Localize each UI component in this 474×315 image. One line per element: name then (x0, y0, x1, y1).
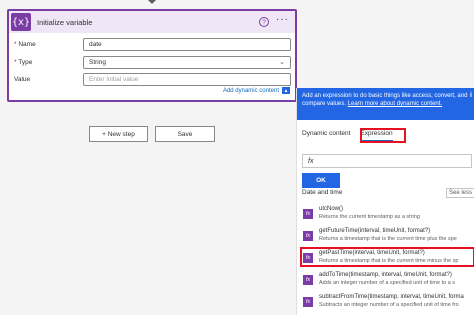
connector-arrow-icon (148, 0, 156, 4)
function-icon: fx (303, 209, 313, 219)
function-description: Subtracts an integer number of a specifi… (319, 302, 459, 308)
ok-button[interactable]: OK (302, 173, 340, 188)
value-field[interactable]: Enter initial value (83, 73, 291, 86)
more-options-icon[interactable]: ··· (276, 14, 289, 25)
value-row: Value Enter initial value (9, 73, 295, 87)
date-time-section: Date and time See less (302, 188, 474, 198)
info-banner: Add an expression to do basic things lik… (297, 88, 474, 120)
function-signature: getFutureTime(interval, timeUnit, format… (319, 228, 431, 234)
function-description: Returns the current timestamp as a strin… (319, 214, 420, 220)
function-item-utcnow[interactable]: fx utcNow() Returns the current timestam… (303, 206, 474, 228)
variable-icon: {x} (11, 13, 31, 31)
name-row: * Name date (9, 38, 295, 52)
chevron-down-icon: ⌄ (279, 59, 285, 66)
function-icon: fx (303, 297, 313, 307)
help-icon[interactable]: ? (259, 17, 269, 27)
type-row: * Type String ⌄ (9, 56, 295, 70)
function-signature: subtractFromTime(timestamp, interval, ti… (319, 294, 464, 300)
card-title: Initialize variable (37, 17, 93, 27)
see-less-button[interactable]: See less (445, 188, 474, 198)
function-item-addtotime[interactable]: fx addToTime(timestamp, interval, timeUn… (303, 272, 474, 294)
info-icon: i (470, 92, 472, 99)
dynamic-content-icon: ▲ (282, 87, 290, 94)
type-select-value: String (89, 59, 106, 66)
add-dynamic-content-label: Add dynamic content (222, 87, 279, 94)
function-signature: utcNow() (319, 206, 344, 212)
section-title: Date and time (302, 189, 343, 196)
fx-icon: fx (308, 157, 314, 165)
dynamic-content-panel: Add an expression to do basic things lik… (296, 88, 474, 315)
function-icon: fx (303, 275, 313, 285)
function-icon: fx (303, 231, 313, 241)
initialize-variable-card: {x} Initialize variable ? ··· * Name dat… (7, 9, 297, 102)
learn-more-link[interactable]: Learn more about dynamic content. (348, 101, 442, 107)
function-item-subtractfromtime[interactable]: fx subtractFromTime(timestamp, interval,… (303, 294, 474, 315)
tab-dynamic-content[interactable]: Dynamic content (302, 130, 350, 142)
value-label: Value (14, 76, 31, 83)
type-label: * Type (14, 59, 33, 66)
save-button[interactable]: Save (155, 126, 215, 142)
add-dynamic-content-link[interactable]: Add dynamic content ▲ (223, 87, 290, 94)
card-header[interactable]: {x} Initialize variable ? ··· (9, 11, 295, 33)
function-signature: addToTime(timestamp, interval, timeUnit,… (319, 272, 452, 278)
type-select[interactable]: String ⌄ (83, 56, 291, 69)
function-description: Returns a timestamp that is the current … (319, 236, 457, 242)
name-label: * Name (14, 41, 36, 48)
new-step-button[interactable]: + New step (89, 126, 148, 142)
name-field[interactable]: date (83, 38, 291, 51)
function-description: Adds an integer number of a specified un… (319, 280, 456, 286)
expression-input[interactable]: fx (302, 154, 472, 168)
expression-tab-highlight (360, 128, 406, 143)
getpasttime-highlight (300, 247, 474, 267)
